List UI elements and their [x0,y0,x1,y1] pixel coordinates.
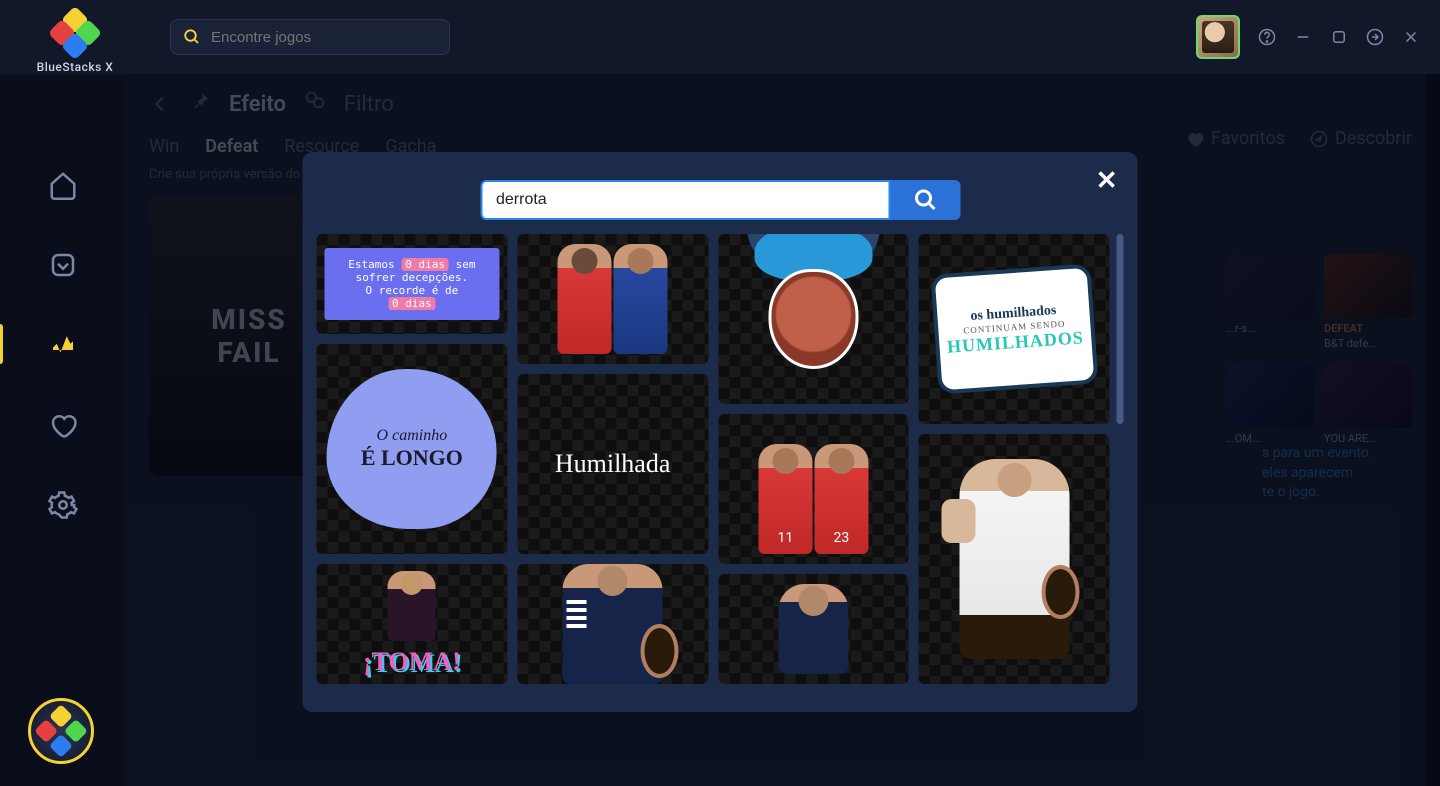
brand-badge[interactable] [28,698,94,764]
global-search-input[interactable] [211,29,437,46]
maximize-icon[interactable] [1330,28,1348,46]
gif-result[interactable] [517,234,708,364]
gif-result[interactable]: Estamos 0 dias sem sofrer decepções. O r… [317,234,508,334]
modal-close-button[interactable]: ✕ [1096,166,1118,196]
close-icon[interactable] [1402,28,1420,46]
gif-result[interactable]: O caminho É LONGO [317,344,508,554]
help-icon[interactable] [1258,28,1276,46]
bluestacks-logo-icon [52,10,98,56]
search-icon [183,28,201,46]
gif-result[interactable] [919,434,1110,684]
gif-result[interactable] [718,234,909,404]
nav-settings[interactable] [48,490,78,520]
gif-picker-modal: ✕ Estamos 0 dias sem sofrer decepções. O… [303,152,1138,712]
minimize-icon[interactable] [1294,28,1312,46]
nav-home[interactable] [48,170,78,200]
brand-logo[interactable]: BlueStacks X [20,10,130,74]
gif-result[interactable] [517,564,708,684]
nav-favorites[interactable] [48,410,78,440]
search-icon [913,188,937,212]
modal-scrollbar[interactable] [1117,234,1124,424]
exit-icon[interactable] [1366,28,1384,46]
gif-result[interactable]: os humilhados CONTINUAM SENDO HUMILHADOS [919,234,1110,424]
gif-result[interactable] [718,574,909,684]
gif-result[interactable]: 11 23 [718,414,909,564]
gif-search-button[interactable] [890,180,960,220]
gif-search-input[interactable] [480,180,890,220]
avatar[interactable] [1196,15,1240,59]
global-search[interactable] [170,19,450,55]
gif-result[interactable]: ¡TOMA! [317,564,508,684]
gif-result[interactable]: Humilhada [517,374,708,554]
brand-text: BlueStacks X [37,60,114,74]
nav-store[interactable] [48,250,78,280]
nav-effects[interactable] [48,330,78,360]
